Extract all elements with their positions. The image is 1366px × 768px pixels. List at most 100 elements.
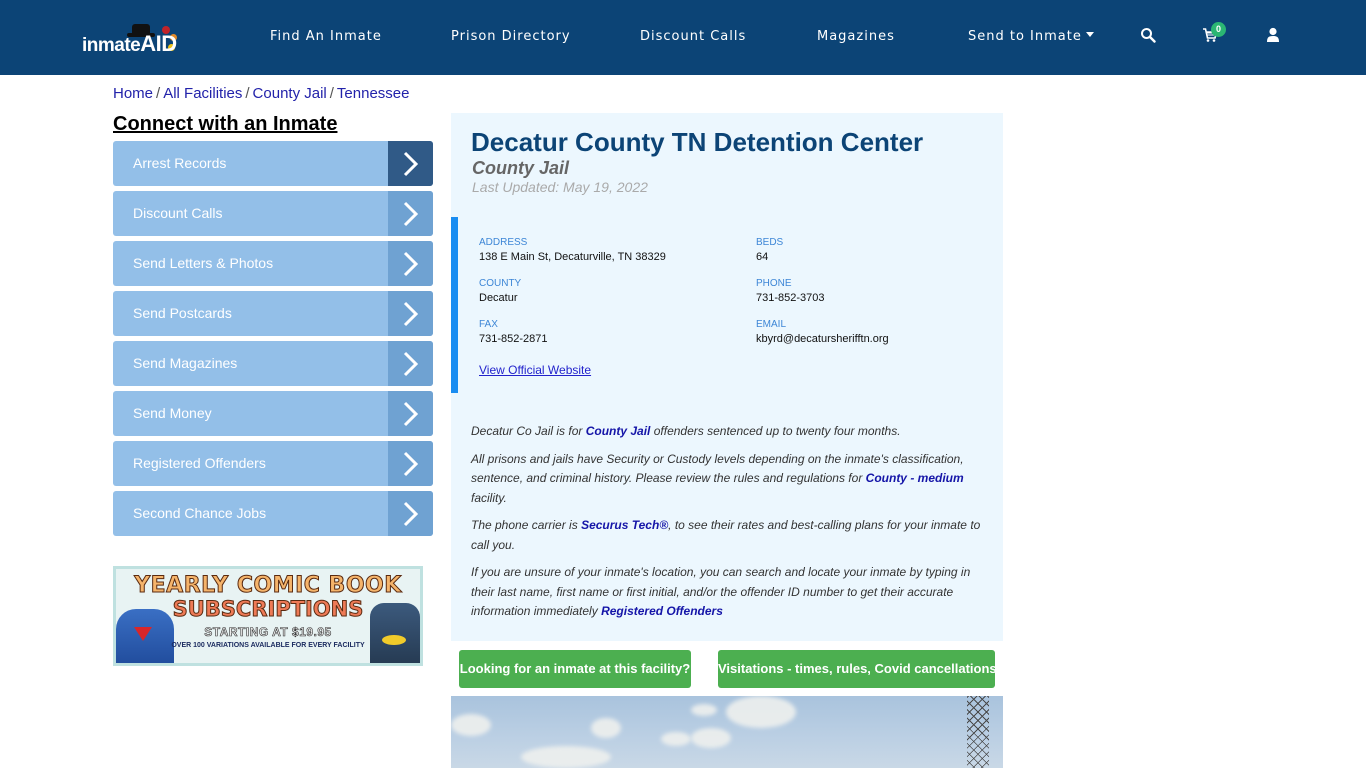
nav-magazines[interactable]: Magazines [817, 29, 895, 44]
banner-tagline: OVER 100 VARIATIONS AVAILABLE FOR EVERY … [171, 642, 365, 649]
breadcrumb-all-facilities[interactable]: All Facilities [163, 85, 242, 102]
beds-label: BEDS [756, 237, 784, 248]
phone-value: 731-852-3703 [756, 292, 825, 304]
banner-subheadline: SUBSCRIPTIONS [172, 597, 364, 622]
chevron-right-icon [388, 441, 433, 486]
email-field: EMAIL kbyrd@decatursherifftn.org [756, 319, 889, 345]
sidebar-item-label: Send Letters & Photos [133, 255, 274, 271]
sidebar-item-label: Send Money [133, 405, 212, 421]
address-label: ADDRESS [479, 237, 528, 248]
banner-headline: YEARLY COMIC BOOK [134, 573, 402, 599]
facility-description: Decatur Co Jail is for County Jail offen… [471, 422, 986, 630]
sidebar-item-label: Second Chance Jobs [133, 505, 267, 521]
email-label: EMAIL [756, 319, 787, 330]
view-official-website-link[interactable]: View Official Website [479, 363, 591, 377]
sidebar-item-discount-calls[interactable]: Discount Calls [113, 191, 433, 236]
county-label: COUNTY [479, 278, 522, 289]
registered-offenders-link[interactable]: Registered Offenders [601, 604, 723, 618]
nav-send-to-inmate-label: Send to Inmate [968, 29, 1082, 44]
cloud-shape [451, 714, 491, 736]
chevron-right-icon [388, 241, 433, 286]
fax-label: FAX [479, 319, 498, 330]
logo-text-main: inmate [82, 35, 141, 56]
facility-card: Decatur County TN Detention Center Count… [451, 113, 1003, 641]
banner-price: STARTING AT $19.95 [204, 625, 332, 640]
find-inmate-at-facility-button[interactable]: Looking for an inmate at this facility? [459, 650, 691, 688]
comic-subscription-banner[interactable]: YEARLY COMIC BOOK SUBSCRIPTIONS STARTING… [113, 566, 423, 666]
county-medium-link[interactable]: County - medium [866, 471, 964, 485]
cloud-shape [521, 746, 611, 768]
county-jail-link[interactable]: County Jail [586, 424, 651, 438]
cart-count-badge: 0 [1211, 22, 1226, 37]
phone-field: PHONE 731-852-3703 [756, 278, 825, 304]
logo-text: inmateAID [82, 31, 177, 57]
sidebar-menu: Arrest Records Discount Calls Send Lette… [113, 141, 433, 541]
cloud-shape [661, 732, 691, 746]
fax-field: FAX 731-852-2871 [479, 319, 548, 345]
sidebar-item-label: Discount Calls [133, 205, 223, 221]
description-paragraph: The phone carrier is Securus Tech®, to s… [471, 516, 986, 555]
sidebar-item-send-magazines[interactable]: Send Magazines [113, 341, 433, 386]
sidebar-item-label: Send Magazines [133, 355, 238, 371]
facility-info-box: ADDRESS 138 E Main St, Decaturville, TN … [451, 217, 1003, 393]
sidebar-item-label: Arrest Records [133, 155, 227, 171]
facility-name: Decatur County TN Detention Center [471, 127, 924, 157]
description-paragraph: If you are unsure of your inmate's locat… [471, 563, 986, 622]
breadcrumb-separator: / [156, 85, 161, 102]
fax-value: 731-852-2871 [479, 333, 548, 345]
last-updated: Last Updated: May 19, 2022 [472, 179, 648, 195]
description-paragraph: All prisons and jails have Security or C… [471, 450, 986, 509]
facility-type: County Jail [472, 158, 570, 178]
breadcrumb-county-jail[interactable]: County Jail [253, 85, 327, 102]
facility-photo [451, 696, 1003, 768]
caret-down-icon [1085, 32, 1094, 37]
chevron-right-icon [388, 141, 433, 186]
description-paragraph: Decatur Co Jail is for County Jail offen… [471, 422, 986, 442]
user-icon[interactable] [1265, 27, 1283, 45]
sidebar-item-label: Send Postcards [133, 305, 232, 321]
sidebar-item-send-letters-photos[interactable]: Send Letters & Photos [113, 241, 433, 286]
description-text: The phone carrier is [471, 518, 582, 532]
breadcrumb-home[interactable]: Home [113, 85, 153, 102]
nav-send-to-inmate[interactable]: Send to Inmate [968, 29, 1094, 44]
description-text: Decatur Co Jail is for [471, 424, 586, 438]
sidebar-item-arrest-records[interactable]: Arrest Records [113, 141, 433, 186]
chevron-right-icon [388, 491, 433, 536]
sidebar-item-registered-offenders[interactable]: Registered Offenders [113, 441, 433, 486]
sidebar-title: Connect with an Inmate [113, 113, 338, 135]
beds-value: 64 [756, 251, 769, 263]
description-text: offenders sentenced up to twenty four mo… [650, 424, 901, 438]
visitations-button[interactable]: Visitations - times, rules, Covid cancel… [718, 650, 997, 688]
address-value: 138 E Main St, Decaturville, TN 38329 [479, 251, 666, 263]
search-icon[interactable] [1140, 27, 1158, 45]
cloud-shape [591, 718, 621, 738]
cloud-shape [691, 704, 717, 716]
sidebar-item-label: Registered Offenders [133, 455, 266, 471]
nav-discount-calls[interactable]: Discount Calls [640, 29, 746, 44]
chevron-right-icon [388, 391, 433, 436]
county-field: COUNTY Decatur [479, 278, 521, 304]
cloud-shape [726, 696, 796, 728]
breadcrumb-separator: / [245, 85, 250, 102]
chevron-right-icon [388, 191, 433, 236]
inmateaid-logo[interactable]: inmateAID [82, 22, 182, 56]
sidebar-item-send-postcards[interactable]: Send Postcards [113, 291, 433, 336]
county-value: Decatur [479, 292, 518, 304]
sidebar-item-second-chance-jobs[interactable]: Second Chance Jobs [113, 491, 433, 536]
chevron-right-icon [388, 341, 433, 386]
nav-find-an-inmate[interactable]: Find An Inmate [270, 29, 382, 44]
breadcrumb-tennessee[interactable]: Tennessee [337, 85, 410, 102]
beds-field: BEDS 64 [756, 237, 783, 263]
nav-prison-directory[interactable]: Prison Directory [451, 29, 571, 44]
sidebar-item-send-money[interactable]: Send Money [113, 391, 433, 436]
phone-label: PHONE [756, 278, 792, 289]
radio-tower [967, 696, 989, 768]
address-field: ADDRESS 138 E Main St, Decaturville, TN … [479, 237, 666, 263]
cloud-shape [691, 728, 731, 748]
description-text: facility. [471, 490, 507, 505]
top-navbar: inmateAID Find An Inmate Prison Director… [0, 0, 1366, 75]
breadcrumb-separator: / [329, 85, 334, 102]
chevron-right-icon [388, 291, 433, 336]
securus-tech-link[interactable]: Securus Tech® [581, 518, 668, 532]
logo-text-accent: AID [140, 31, 177, 56]
